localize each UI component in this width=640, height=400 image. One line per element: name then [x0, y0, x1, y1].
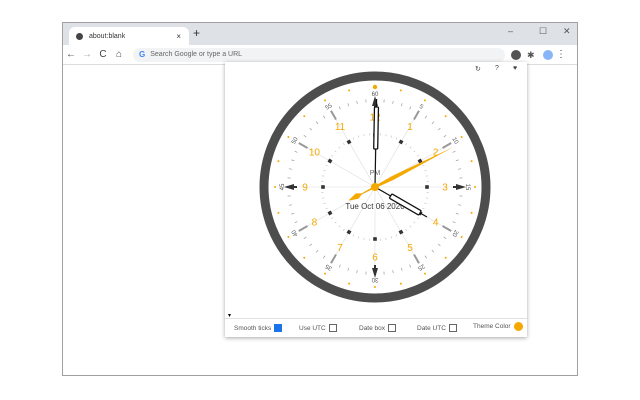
analog-clock: 60510152025303540455055121234567891011PM…: [259, 71, 491, 303]
clock-popup: ↻ ? ♥ 6051015202530354045505512123456789…: [225, 62, 527, 337]
maximize-button[interactable]: ☐: [539, 26, 547, 37]
orange-dot: [399, 282, 402, 285]
date-box-option[interactable]: Date box: [359, 324, 397, 332]
orange-dot: [324, 272, 326, 275]
option-label: Theme Color: [473, 323, 511, 330]
date-label: Tue Oct 06 2020: [345, 202, 405, 211]
orange-dot: [348, 282, 351, 285]
orange-dot: [470, 211, 473, 214]
orange-dot: [277, 211, 280, 214]
orange-dot: [460, 136, 463, 138]
orange-dot: [424, 272, 426, 275]
forward-button[interactable]: →: [79, 49, 95, 60]
hour-label: 7: [337, 243, 343, 254]
tab-about-blank[interactable]: about:blank ×: [69, 27, 189, 45]
hour-label: 10: [309, 148, 321, 159]
tab-strip: about:blank × + – ☐ ✕: [63, 23, 577, 45]
hour-marker: [321, 185, 325, 189]
date-utc-option[interactable]: Date UTC: [417, 324, 457, 332]
globe-icon: [76, 32, 83, 40]
orange-dot: [303, 115, 306, 118]
hour-label: 9: [302, 183, 308, 194]
orange-dot: [287, 236, 290, 238]
option-label: Smooth ticks: [234, 324, 272, 332]
hour-label: 8: [312, 218, 318, 229]
option-label: Date UTC: [417, 324, 446, 332]
orange-dot: [424, 99, 426, 102]
orange-dot: [372, 84, 378, 90]
orange-dot: [470, 160, 473, 163]
home-button[interactable]: ⌂: [111, 49, 127, 60]
theme-color-swatch[interactable]: [513, 322, 523, 331]
smooth-ticks-checkbox[interactable]: [274, 324, 283, 332]
hour-label: 6: [372, 253, 378, 264]
clock-extension-icon[interactable]: [511, 49, 521, 60]
center-cap: [371, 183, 379, 191]
google-icon: G: [139, 50, 146, 59]
back-button[interactable]: ←: [63, 49, 79, 60]
orange-dot: [444, 115, 447, 118]
orange-dot: [324, 99, 326, 102]
hour-label: 11: [335, 122, 346, 133]
orange-dot: [444, 256, 447, 259]
minimize-button[interactable]: –: [508, 26, 513, 36]
theme-color-option[interactable]: Theme Color: [473, 322, 523, 331]
orange-dot: [474, 186, 476, 188]
date-utc-checkbox[interactable]: [448, 324, 457, 332]
puzzle-extensions-icon[interactable]: ✱: [527, 50, 537, 60]
help-icon[interactable]: ?: [495, 65, 499, 72]
orange-dot: [303, 256, 306, 259]
reload-button[interactable]: C: [95, 49, 111, 60]
options-bar: Smooth ticks Use UTC Date box Date UTC T…: [225, 318, 527, 337]
hour-label: 5: [407, 243, 413, 254]
orange-dot: [274, 186, 276, 188]
orange-dot: [460, 236, 463, 238]
hour-marker: [425, 185, 429, 189]
new-tab-button[interactable]: +: [193, 26, 200, 40]
heart-icon[interactable]: ♥: [513, 65, 517, 72]
smooth-ticks-option[interactable]: Smooth ticks: [234, 324, 283, 332]
omnibox[interactable]: G Search Google or type a URL: [133, 47, 505, 62]
orange-dot: [287, 136, 290, 138]
orange-dot: [348, 89, 351, 92]
hour-label: 1: [407, 122, 413, 133]
use-utc-option[interactable]: Use UTC: [299, 324, 337, 332]
hour-label: 4: [433, 218, 439, 229]
menu-button[interactable]: ⋮: [553, 49, 569, 60]
orange-dot: [374, 286, 376, 288]
hour-label: 3: [442, 183, 448, 194]
use-utc-checkbox[interactable]: [328, 324, 337, 332]
tab-title: about:blank: [89, 32, 126, 40]
date-box-checkbox[interactable]: [388, 324, 397, 332]
close-tab-button[interactable]: ×: [176, 32, 181, 41]
option-label: Use UTC: [299, 324, 326, 332]
orange-dot: [399, 89, 402, 92]
orange-dot: [277, 160, 280, 163]
option-label: Date box: [359, 324, 386, 332]
omnibox-placeholder: Search Google or type a URL: [150, 51, 243, 58]
hour-marker: [373, 237, 377, 241]
profile-avatar[interactable]: [543, 49, 553, 60]
close-window-button[interactable]: ✕: [563, 26, 571, 37]
